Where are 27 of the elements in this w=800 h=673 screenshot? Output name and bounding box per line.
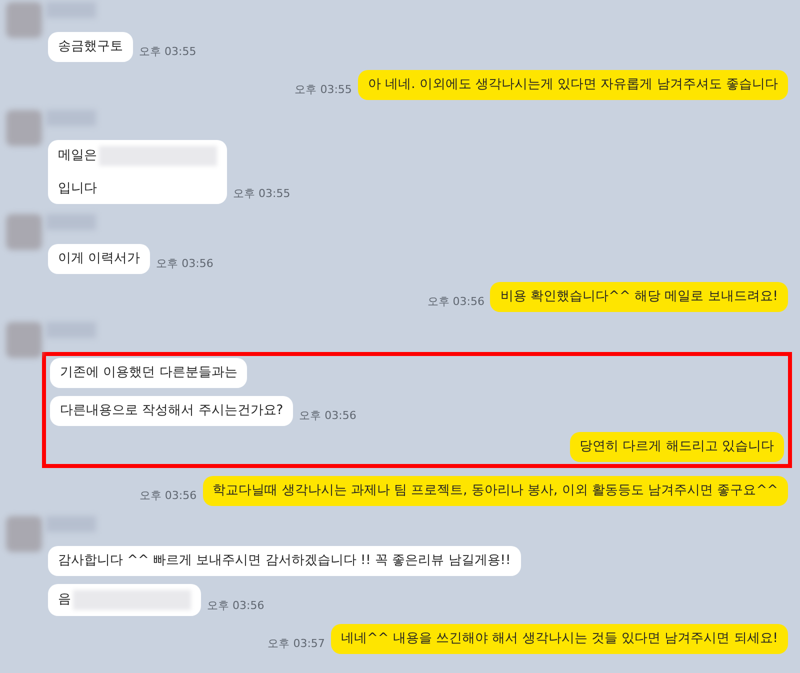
- message-text: 입니다: [58, 180, 97, 198]
- message-time: 오후 03:55: [139, 44, 196, 60]
- avatar: [6, 214, 42, 250]
- message-bubble: 학교다닐때 생각나시는 과제나 팀 프로젝트, 동아리나 봉사, 이외 활동등도 남겨주시면 좋구요^^: [202, 476, 788, 506]
- message-text: 이게 이력서가: [58, 250, 140, 268]
- avatar: [6, 516, 42, 552]
- message-bubble: 당연히 다르게 해드리고 있습니다: [570, 432, 784, 462]
- message-time: 오후 03:56: [427, 294, 484, 310]
- message-bubble: 네네^^ 내용을 쓰긴해야 해서 생각나시는 것들 있다면 남겨주시면 되세요!: [330, 624, 788, 654]
- message-text: 감사합니다 ^^ 빠르게 보내주시면 감서하겠습니다 !! 꼭 좋은리뷰 남길게용!!: [58, 552, 511, 570]
- message-time: 오후 03:56: [139, 488, 197, 504]
- message-time: 오후 03:56: [156, 256, 214, 272]
- message-bubble: 아 네네. 이외에도 생각나시는게 있다면 자유롭게 남겨주셔도 좋습니다: [358, 70, 788, 100]
- message-time: 오후 03:55: [233, 186, 290, 202]
- message-time: 오후 03:57: [268, 636, 325, 652]
- avatar: [6, 110, 42, 146]
- message-text: 음: [58, 591, 71, 609]
- message-time: 오후 03:56: [207, 598, 264, 614]
- message-text: 다른내용으로 작성해서 주시는건가요?: [60, 402, 284, 420]
- message-bubble: 비용 확인했습니다^^ 해당 메일로 보내드려요!: [490, 282, 788, 312]
- avatar: [6, 2, 42, 38]
- message-text: 메일은: [58, 147, 97, 165]
- message-text: 기존에 이용했던 다른분들과는: [60, 364, 238, 382]
- message-text: 송금했구토: [58, 38, 123, 56]
- avatar: [6, 322, 42, 358]
- message-time: 오후 03:56: [299, 408, 356, 424]
- message-time: 오후 03:55: [294, 82, 352, 98]
